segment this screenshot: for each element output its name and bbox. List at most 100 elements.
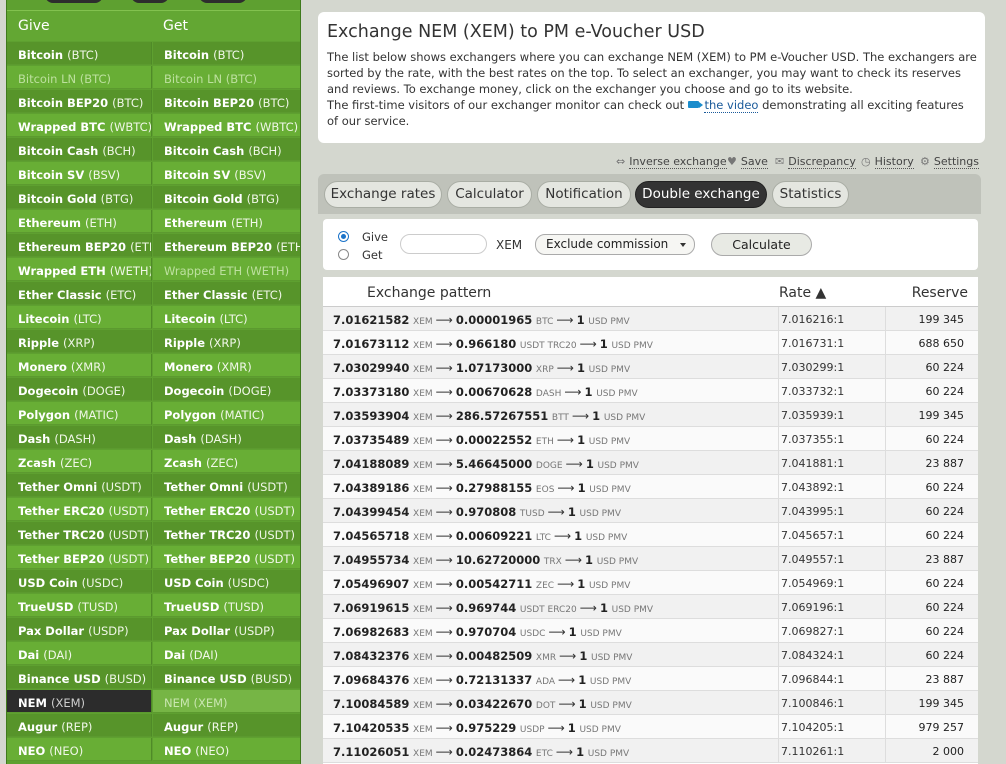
sidebar-item-give[interactable]: TrueUSD (TUSD): [7, 594, 152, 617]
sidebar-item-get[interactable]: Zcash (ZEC): [153, 450, 300, 473]
table-row[interactable]: 7.01621582 XEM ⟶ 0.00001965 BTC ⟶ 1 USD PMV 7…: [323, 307, 978, 331]
amount-input[interactable]: [400, 234, 487, 254]
table-row[interactable]: 7.11026051 XEM ⟶ 0.02473864 ETC ⟶ 1 USD PMV 7…: [323, 739, 978, 763]
sidebar-item-get[interactable]: Augur (REP): [153, 714, 300, 737]
tab-notification[interactable]: Notification: [537, 181, 631, 208]
discrepancy-link[interactable]: ✉ Discrepancy: [775, 155, 856, 169]
table-row[interactable]: 7.09684376 XEM ⟶ 0.72131337 ADA ⟶ 1 USD PMV 7…: [323, 667, 978, 691]
sidebar-item-get[interactable]: Dogecoin (DOGE): [153, 378, 300, 401]
sidebar-item-get[interactable]: Tether BEP20 (USDT): [153, 546, 300, 569]
col-exchange-pattern[interactable]: Exchange pattern: [367, 285, 491, 301]
sidebar-item-get[interactable]: Litecoin (LTC): [153, 306, 300, 329]
sidebar-item-give[interactable]: Ether Classic (ETC): [7, 282, 152, 305]
table-row[interactable]: 7.05496907 XEM ⟶ 0.00542711 ZEC ⟶ 1 USD PMV 7…: [323, 571, 978, 595]
sidebar-item-give[interactable]: NEO (NEO): [7, 738, 152, 761]
sidebar-item-give[interactable]: Litecoin (LTC): [7, 306, 152, 329]
video-link[interactable]: the video: [704, 98, 759, 113]
sidebar-item-get[interactable]: Dash (DASH): [153, 426, 300, 449]
sidebar-item-give[interactable]: Dash (DASH): [7, 426, 152, 449]
sidebar-item-give[interactable]: Dai (DAI): [7, 642, 152, 665]
commission-select[interactable]: Exclude commission: [535, 234, 695, 255]
sidebar-item-get[interactable]: Wrapped ETH (WETH): [153, 258, 300, 281]
sidebar-item-get[interactable]: Tether Omni (USDT): [153, 474, 300, 497]
sidebar-item-give[interactable]: Wrapped BTC (WBTC): [7, 114, 152, 137]
tab-exchange-rates[interactable]: Exchange rates: [324, 181, 442, 208]
sidebar-item-get[interactable]: Bitcoin SV (BSV): [153, 162, 300, 185]
col-rate[interactable]: Rate ▲: [779, 285, 826, 301]
sidebar-item-get[interactable]: Bitcoin LN (BTC): [153, 66, 300, 89]
sidebar-item-give[interactable]: Tether Omni (USDT): [7, 474, 152, 497]
sidebar-item-get[interactable]: Bitcoin Gold (BTG): [153, 186, 300, 209]
sidebar-item-give[interactable]: Bitcoin SV (BSV): [7, 162, 152, 185]
table-row[interactable]: 7.03735489 XEM ⟶ 0.00022552 ETH ⟶ 1 USD PMV 7…: [323, 427, 978, 451]
sidebar-item-give[interactable]: Bitcoin BEP20 (BTC): [7, 90, 152, 113]
table-row[interactable]: 7.03373180 XEM ⟶ 0.00670628 DASH ⟶ 1 USD PMV…: [323, 379, 978, 403]
sidebar-top-tab[interactable]: [199, 0, 247, 3]
sidebar-item-get[interactable]: Polygon (MATIC): [153, 402, 300, 425]
inverse-exchange-link[interactable]: ⇔ Inverse exchange: [616, 155, 727, 169]
tab-double-exchange[interactable]: Double exchange: [635, 181, 767, 208]
save-link[interactable]: ♥ Save: [727, 155, 768, 169]
sidebar-item-get[interactable]: Bitcoin (BTC): [153, 42, 300, 65]
sidebar-item-give[interactable]: USD Coin (USDC): [7, 570, 152, 593]
sidebar-item-get[interactable]: USD Coin (USDC): [153, 570, 300, 593]
col-reserve[interactable]: Reserve: [912, 285, 968, 301]
calculate-button[interactable]: Calculate: [711, 233, 812, 256]
sidebar-item-get[interactable]: Bitcoin Cash (BCH): [153, 138, 300, 161]
sidebar-item-get[interactable]: NEO (NEO): [153, 738, 300, 761]
table-row[interactable]: 7.04955734 XEM ⟶ 10.62720000 TRX ⟶ 1 USD PMV…: [323, 547, 978, 571]
sidebar-item-get[interactable]: NEM (XEM): [153, 690, 300, 713]
sidebar-item-get[interactable]: Bitcoin BEP20 (BTC): [153, 90, 300, 113]
sidebar-item-give[interactable]: Bitcoin LN (BTC): [7, 66, 152, 89]
sidebar-item-get[interactable]: Tether ERC20 (USDT): [153, 498, 300, 521]
sidebar-item-give[interactable]: Tether BEP20 (USDT): [7, 546, 152, 569]
table-row[interactable]: 7.04389186 XEM ⟶ 0.27988155 EOS ⟶ 1 USD PMV 7…: [323, 475, 978, 499]
sidebar-item-give[interactable]: Zcash (ZEC): [7, 450, 152, 473]
sidebar-item-give[interactable]: Bitcoin (BTC): [7, 42, 152, 65]
table-row[interactable]: 7.10084589 XEM ⟶ 0.03422670 DOT ⟶ 1 USD PMV 7…: [323, 691, 978, 715]
sidebar-item-get[interactable]: TrueUSD (TUSD): [153, 594, 300, 617]
sidebar-item-give[interactable]: Pax Dollar (USDP): [7, 618, 152, 641]
table-row[interactable]: 7.04399454 XEM ⟶ 0.970808 TUSD ⟶ 1 USD PMV 7.…: [323, 499, 978, 523]
table-row[interactable]: 7.06919615 XEM ⟶ 0.969744 USDT ERC20 ⟶ 1 USD…: [323, 595, 978, 619]
sidebar-item-get[interactable]: Ether Classic (ETC): [153, 282, 300, 305]
tab-calculator[interactable]: Calculator: [447, 181, 532, 208]
tab-statistics[interactable]: Statistics: [772, 181, 849, 208]
sidebar-item-get[interactable]: Dai (DAI): [153, 642, 300, 665]
sidebar-item-give[interactable]: NEM (XEM): [7, 690, 152, 713]
table-row[interactable]: 7.04188089 XEM ⟶ 5.46645000 DOGE ⟶ 1 USD PMV…: [323, 451, 978, 475]
settings-link[interactable]: ⚙ Settings: [920, 155, 979, 169]
sidebar-item-give[interactable]: Dogecoin (DOGE): [7, 378, 152, 401]
sidebar-item-give[interactable]: Polygon (MATIC): [7, 402, 152, 425]
sidebar-item-get[interactable]: Pax Dollar (USDP): [153, 618, 300, 641]
sidebar-item-give[interactable]: Bitcoin Cash (BCH): [7, 138, 152, 161]
sidebar-item-get[interactable]: Monero (XMR): [153, 354, 300, 377]
sidebar-item-give[interactable]: Monero (XMR): [7, 354, 152, 377]
sidebar-item-get[interactable]: Ripple (XRP): [153, 330, 300, 353]
get-radio[interactable]: [338, 249, 349, 260]
sidebar-item-get[interactable]: Ethereum (ETH): [153, 210, 300, 233]
sidebar-item-give[interactable]: Ethereum (ETH): [7, 210, 152, 233]
sidebar-item-get[interactable]: Tether TRC20 (USDT): [153, 522, 300, 545]
sidebar-item-give[interactable]: Augur (REP): [7, 714, 152, 737]
sidebar-item-get[interactable]: Wrapped BTC (WBTC): [153, 114, 300, 137]
table-row[interactable]: 7.01673112 XEM ⟶ 0.966180 USDT TRC20 ⟶ 1 USD…: [323, 331, 978, 355]
table-row[interactable]: 7.03029940 XEM ⟶ 1.07173000 XRP ⟶ 1 USD PMV 7…: [323, 355, 978, 379]
table-row[interactable]: 7.06982683 XEM ⟶ 0.970704 USDC ⟶ 1 USD PMV 7.…: [323, 619, 978, 643]
sidebar-top-tab[interactable]: [45, 0, 103, 3]
give-radio[interactable]: [338, 231, 349, 242]
history-link[interactable]: ◷ History: [861, 155, 914, 169]
sidebar-item-give[interactable]: Bitcoin Gold (BTG): [7, 186, 152, 209]
sidebar-item-get[interactable]: Ethereum BEP20 (ETH): [153, 234, 300, 257]
sidebar-item-give[interactable]: Binance USD (BUSD): [7, 666, 152, 689]
sidebar-item-get[interactable]: Binance USD (BUSD): [153, 666, 300, 689]
sidebar-item-give[interactable]: Ripple (XRP): [7, 330, 152, 353]
sidebar-item-give[interactable]: Tether TRC20 (USDT): [7, 522, 152, 545]
sidebar-item-give[interactable]: Ethereum BEP20 (ETH): [7, 234, 152, 257]
table-row[interactable]: 7.04565718 XEM ⟶ 0.00609221 LTC ⟶ 1 USD PMV 7…: [323, 523, 978, 547]
sidebar-top-tab[interactable]: [131, 0, 169, 3]
sidebar-item-give[interactable]: Tether ERC20 (USDT): [7, 498, 152, 521]
table-row[interactable]: 7.08432376 XEM ⟶ 0.00482509 XMR ⟶ 1 USD PMV 7…: [323, 643, 978, 667]
table-row[interactable]: 7.10420535 XEM ⟶ 0.975229 USDP ⟶ 1 USD PMV 7.…: [323, 715, 978, 739]
table-row[interactable]: 7.03593904 XEM ⟶ 286.57267551 BTT ⟶ 1 USD PM…: [323, 403, 978, 427]
